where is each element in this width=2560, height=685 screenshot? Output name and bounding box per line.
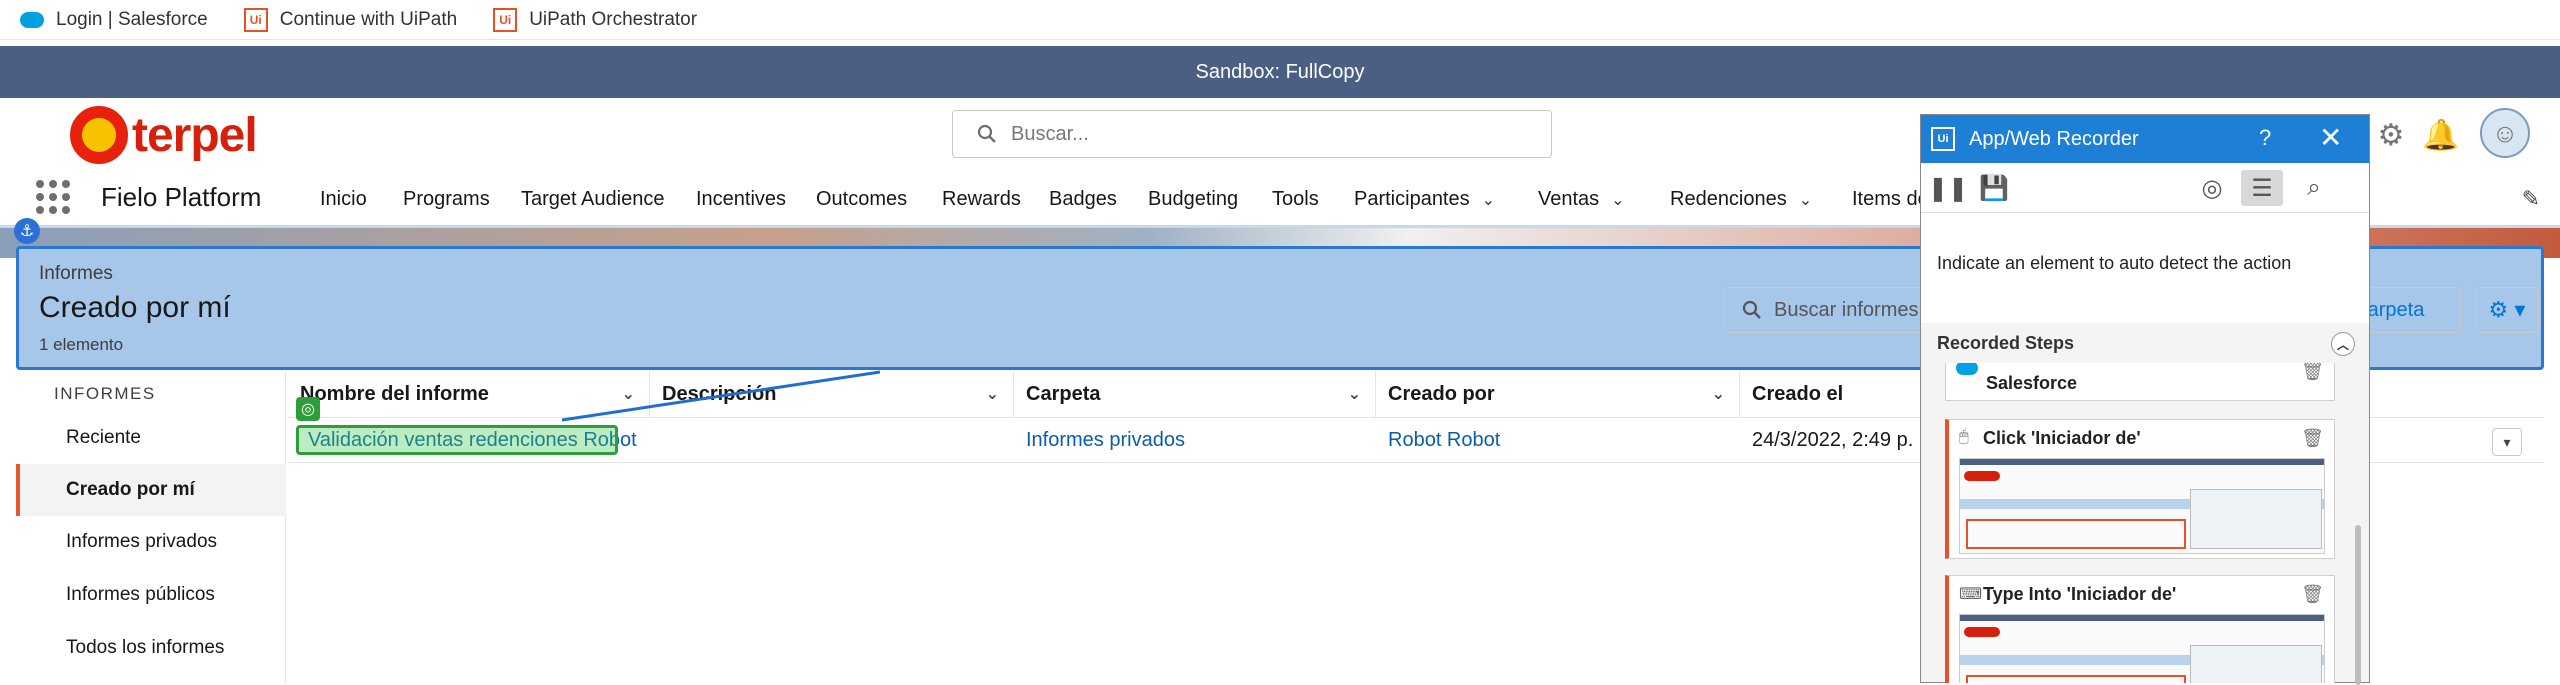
- steps-scrollbar[interactable]: [2355, 525, 2361, 685]
- chevron-down-icon[interactable]: ⌄: [1482, 190, 1495, 210]
- step-label: Click 'Iniciador de': [1983, 428, 2141, 448]
- app-launcher-waffle-icon[interactable]: [36, 180, 70, 214]
- sidebar-heading: INFORMES: [54, 384, 156, 403]
- collapse-chevron-up-icon[interactable]: ︿: [2331, 332, 2355, 356]
- sidebar-item-creado-por-mi[interactable]: Creado por mí: [16, 464, 286, 516]
- bookmark-label: Login | Salesforce: [56, 8, 208, 30]
- chevron-down-icon[interactable]: ⌄: [1611, 190, 1624, 210]
- cell-created-by[interactable]: Robot Robot: [1376, 420, 1740, 460]
- sandbox-label: Sandbox: FullCopy: [1195, 60, 1365, 83]
- bookmark-uipath-orchestrator[interactable]: Ui UiPath Orchestrator: [493, 7, 698, 32]
- type-into-action-icon: ⌨: [1959, 586, 1983, 603]
- chevron-down-icon[interactable]: ⌄: [1712, 384, 1725, 404]
- bookmark-continue-uipath[interactable]: Ui Continue with UiPath: [243, 7, 458, 32]
- delete-step-trash-icon[interactable]: 🗑: [2301, 584, 2324, 605]
- search-icon: [1742, 300, 1761, 319]
- cell-folder[interactable]: Informes privados: [1014, 420, 1376, 460]
- sidebar-item-informes-publicos[interactable]: Informes públicos: [16, 569, 286, 621]
- logo-ring-icon: [70, 106, 128, 164]
- uipath-icon: Ui: [1931, 127, 1955, 151]
- nav-item-tools[interactable]: Tools: [1272, 188, 1319, 211]
- uipath-icon: Ui: [243, 7, 268, 32]
- recorder-toolbar: ❚❚ 💾 ◎ ☰ ⌕: [1921, 163, 2369, 213]
- recorded-step[interactable]: Salesforce 🗑: [1945, 363, 2335, 401]
- recorded-step[interactable]: ⌨ Type Into 'Iniciador de' 🗑: [1945, 575, 2335, 683]
- bookmark-label: Continue with UiPath: [279, 8, 458, 30]
- recorder-instruction-area: Indicate an element to auto detect the a…: [1921, 213, 2369, 323]
- sandbox-banner: Sandbox: FullCopy: [0, 46, 2560, 98]
- nav-item-budgeting[interactable]: Budgeting: [1148, 188, 1238, 211]
- highlight-connector-line: [561, 370, 881, 422]
- setup-gear-icon[interactable]: ⚙: [2372, 116, 2410, 154]
- breadcrumb[interactable]: Informes: [39, 263, 113, 285]
- recorded-steps-label: Recorded Steps: [1937, 332, 2075, 353]
- nav-item-outcomes[interactable]: Outcomes: [816, 188, 907, 211]
- app-web-recorder-window: Ui App/Web Recorder ? ✕ ❚❚ 💾 ◎ ☰ ⌕ Indic…: [1920, 114, 2370, 685]
- nav-item-ventas[interactable]: Ventas ⌄: [1538, 188, 1625, 211]
- global-search-input[interactable]: Buscar...: [952, 110, 1552, 158]
- row-actions-menu-button[interactable]: ▾: [2492, 428, 2522, 456]
- recorder-instruction: Indicate an element to auto detect the a…: [1937, 253, 2292, 273]
- uipath-icon: Ui: [493, 7, 518, 32]
- sidebar-item-reciente[interactable]: Reciente: [16, 412, 286, 464]
- page-title: Creado por mí: [39, 291, 231, 324]
- nav-item-badges[interactable]: Badges: [1049, 188, 1117, 211]
- help-button[interactable]: ?: [2259, 125, 2271, 151]
- chevron-down-icon[interactable]: ⌄: [1799, 190, 1812, 210]
- notifications-bell-icon[interactable]: 🔔: [2422, 116, 2460, 154]
- search-placeholder: Buscar informes c: [1774, 298, 1935, 321]
- item-count: 1 elemento: [39, 335, 124, 354]
- sidebar-item-todos-los-informes[interactable]: Todos los informes: [16, 622, 286, 674]
- bookmark-login-salesforce[interactable]: Login | Salesforce: [20, 9, 208, 31]
- salesforce-cloud-icon: [20, 11, 44, 28]
- nav-item-programs[interactable]: Programs: [403, 188, 490, 211]
- reports-sidebar: INFORMES Reciente Creado por mí Informes…: [16, 372, 286, 683]
- click-action-icon: 🖱: [1959, 428, 1969, 445]
- step-label: Salesforce: [1986, 373, 2078, 393]
- pause-icon[interactable]: ❚❚: [1927, 170, 1969, 206]
- step-label: Type Into 'Iniciador de': [1983, 584, 2177, 604]
- delete-step-trash-icon[interactable]: 🗑: [2301, 428, 2324, 449]
- recorder-title: App/Web Recorder: [1969, 127, 2139, 150]
- search-icon: [977, 124, 996, 143]
- nav-item-incentives[interactable]: Incentives: [696, 188, 786, 211]
- column-header-carpeta[interactable]: Carpeta ⌄: [1014, 372, 1376, 418]
- app-name: Fielo Platform: [101, 182, 262, 212]
- bookmark-label: UiPath Orchestrator: [529, 8, 698, 30]
- bookmarks-bar: Login | Salesforce Ui Continue with UiPa…: [0, 0, 2560, 40]
- indicate-target-icon[interactable]: ◎: [2191, 170, 2233, 206]
- recorded-step[interactable]: 🖱 Click 'Iniciador de' 🗑: [1945, 419, 2335, 559]
- recorded-steps-header: Recorded Steps ︿: [1921, 323, 2369, 363]
- nav-item-target-audience[interactable]: Target Audience: [521, 188, 664, 211]
- delete-step-trash-icon[interactable]: 🗑: [2301, 363, 2324, 382]
- auto-detect-actions-icon[interactable]: ☰: [2241, 170, 2283, 206]
- chevron-down-icon[interactable]: ⌄: [986, 384, 999, 404]
- edit-nav-pencil-icon[interactable]: ✎: [2522, 186, 2540, 212]
- salesforce-cloud-icon: [1956, 363, 1978, 375]
- nav-item-inicio[interactable]: Inicio: [320, 188, 367, 211]
- column-header-creado-por[interactable]: Creado por ⌄: [1376, 372, 1740, 418]
- logo-text: terpel: [132, 108, 258, 162]
- sidebar-item-informes-privados[interactable]: Informes privados: [16, 516, 286, 568]
- save-icon[interactable]: 💾: [1973, 170, 2015, 206]
- chevron-down-icon[interactable]: ⌄: [1348, 384, 1361, 404]
- screen-search-icon[interactable]: ⌕: [2293, 170, 2335, 206]
- anchor-icon[interactable]: ⚓: [14, 218, 40, 244]
- nav-item-participantes[interactable]: Participantes ⌄: [1354, 188, 1495, 211]
- step-screenshot-thumbnail: [1959, 458, 2325, 554]
- close-button[interactable]: ✕: [2319, 121, 2342, 154]
- target-icon: ◎: [296, 397, 320, 421]
- terpel-logo[interactable]: terpel: [24, 104, 324, 166]
- step-screenshot-thumbnail: [1959, 614, 2325, 683]
- user-avatar[interactable]: ☺: [2480, 108, 2530, 158]
- nav-item-rewards[interactable]: Rewards: [942, 188, 1021, 211]
- list-settings-gear-icon[interactable]: ⚙ ▾: [2475, 287, 2539, 333]
- recorder-title-bar: Ui App/Web Recorder ? ✕: [1921, 115, 2369, 163]
- search-placeholder: Buscar...: [1011, 122, 1089, 145]
- nav-item-items[interactable]: Items de: [1852, 188, 1929, 211]
- recorded-steps-list: Salesforce 🗑 🖱 Click 'Iniciador de' 🗑 ⌨ …: [1945, 363, 2345, 683]
- nav-item-redenciones[interactable]: Redenciones ⌄: [1670, 188, 1812, 211]
